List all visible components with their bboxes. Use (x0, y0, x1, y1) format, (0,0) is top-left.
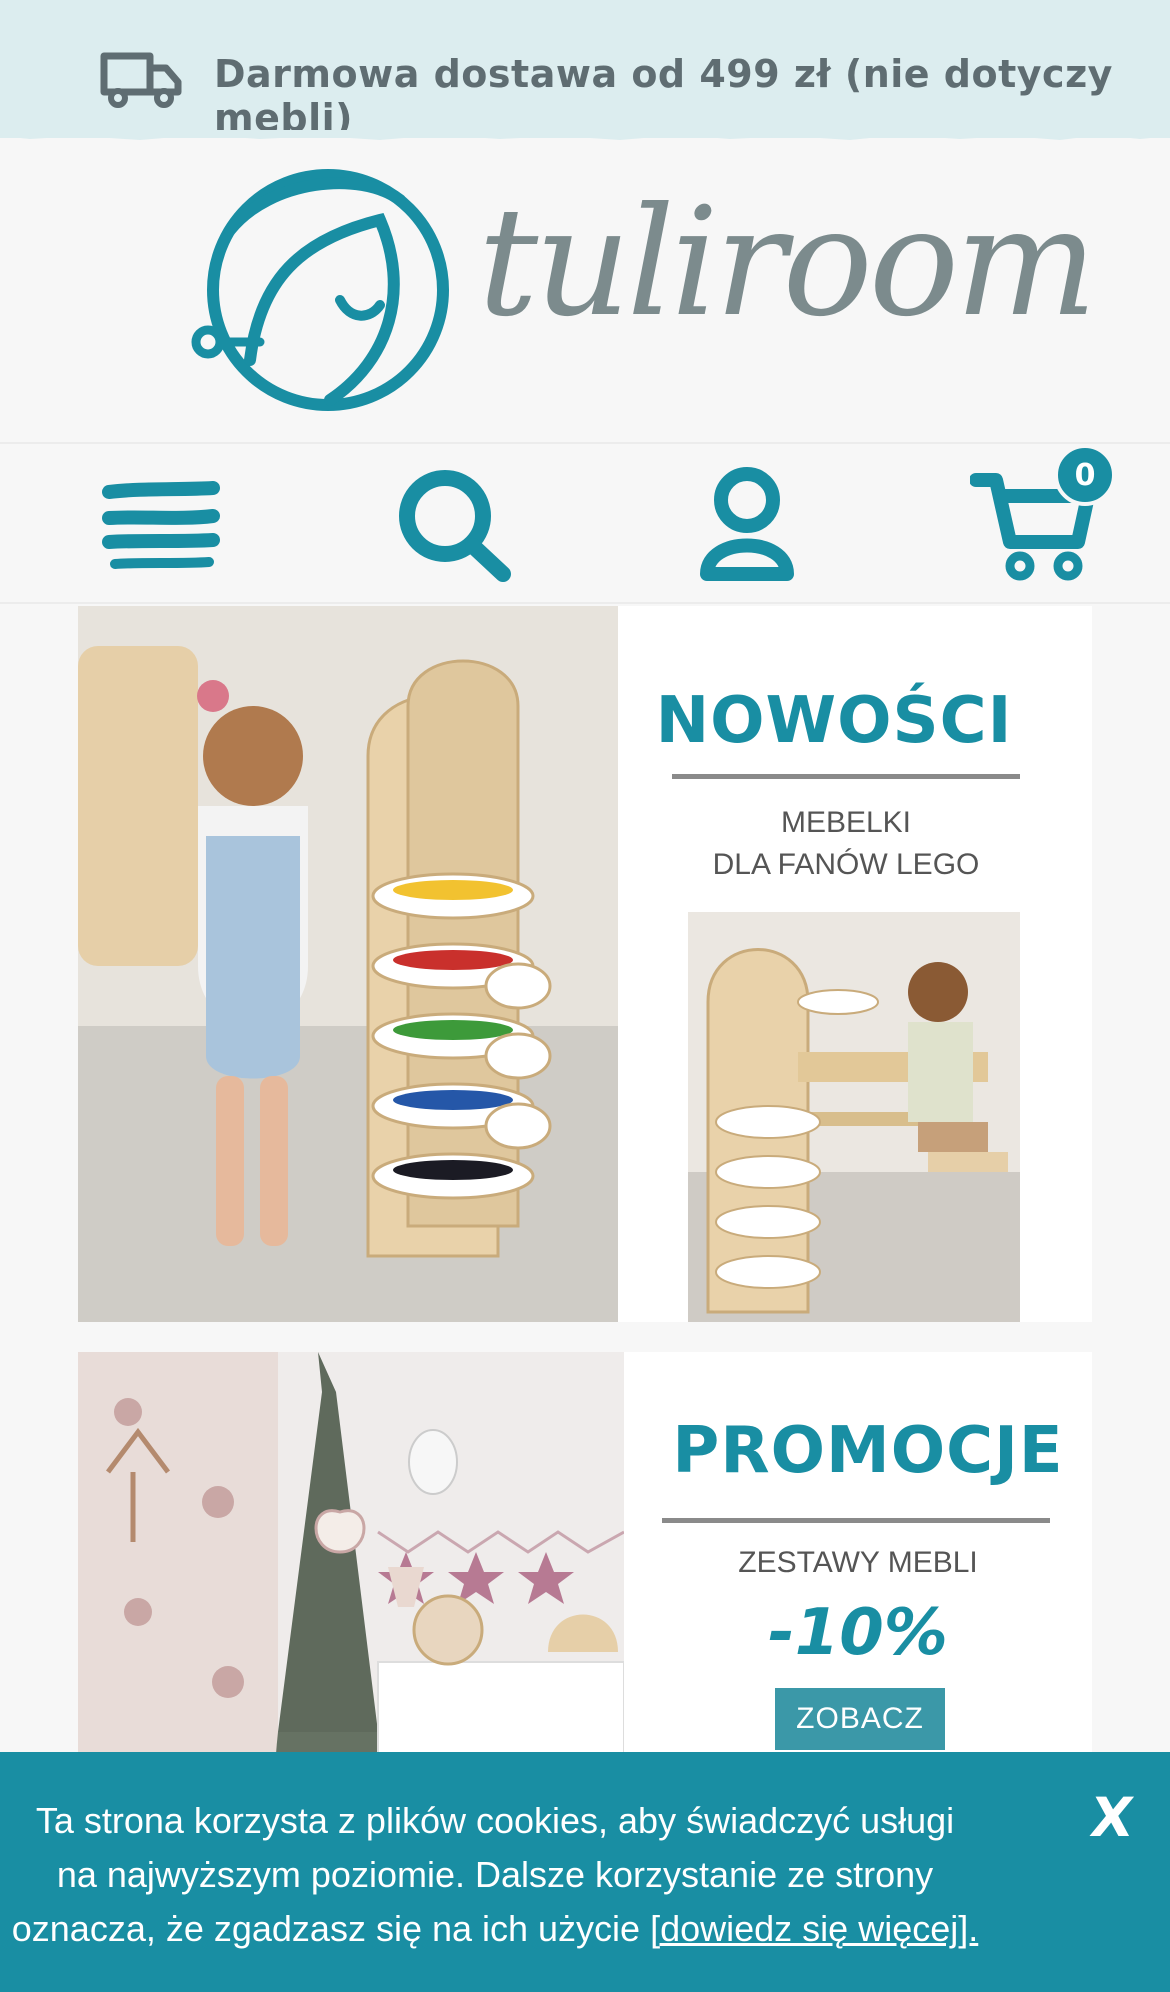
cookie-close-button[interactable]: X (1077, 1782, 1147, 1852)
title-divider (672, 774, 1020, 779)
search-button[interactable] (388, 464, 518, 584)
promotions-subtitle: ZESTAWY MEBLI (738, 1546, 978, 1579)
new-products-subtitle-line2: DLA FANÓW LEGO (712, 848, 980, 881)
new-products-banner[interactable]: NOWOŚCI MEBELKI DLA FANÓW LEGO (78, 606, 1092, 1322)
new-products-subtitle-line1: MEBELKI (780, 806, 912, 839)
promo-bar: Darmowa dostawa od 499 zł (nie dotyczy m… (0, 0, 1170, 140)
menu-button[interactable] (96, 464, 226, 584)
new-products-title: NOWOŚCI (655, 684, 1013, 758)
cookie-learn-more-link[interactable]: [dowiedz się więcej]. (650, 1908, 978, 1949)
cookie-text-line2: na najwyższym poziomie. Dalsze korzystan… (56, 1854, 934, 1895)
discount-value: -10% (768, 1596, 948, 1670)
truck-icon (100, 52, 182, 108)
nav-bar (0, 442, 1170, 604)
promotions-title: PROMOCJE (672, 1414, 1064, 1488)
cookie-message: Ta strona korzysta z plików cookies, aby… (0, 1794, 990, 1956)
search-icon (399, 470, 511, 582)
logo-wordmark: tuliroom (478, 176, 1097, 350)
hamburger-menu-icon (102, 481, 220, 569)
cookie-consent-bar: Ta strona korzysta z plików cookies, aby… (0, 1752, 1170, 1992)
cookie-text-line3: oznacza, że zgadzasz się na ich użycie [… (0, 1902, 990, 1956)
cookie-text-line1: Ta strona korzysta z plików cookies, aby… (35, 1800, 955, 1841)
site-logo[interactable]: tuliroom (190, 160, 1097, 420)
user-icon (700, 467, 794, 581)
torn-paper-edge (0, 130, 1170, 140)
title-divider (662, 1518, 1050, 1523)
cart-count-badge: 0 (1054, 444, 1116, 506)
cookie-text-line3-prefix: oznacza, że zgadzasz się na ich użycie (11, 1908, 651, 1949)
free-shipping-text: Darmowa dostawa od 499 zł (nie dotyczy m… (214, 52, 1113, 140)
lego-desk-photo (688, 912, 1020, 1322)
account-button[interactable] (682, 464, 812, 584)
logo-mark-icon (191, 169, 449, 411)
see-promotions-button[interactable]: ZOBACZ (775, 1688, 945, 1750)
lego-storage-tower-photo (78, 606, 618, 1322)
